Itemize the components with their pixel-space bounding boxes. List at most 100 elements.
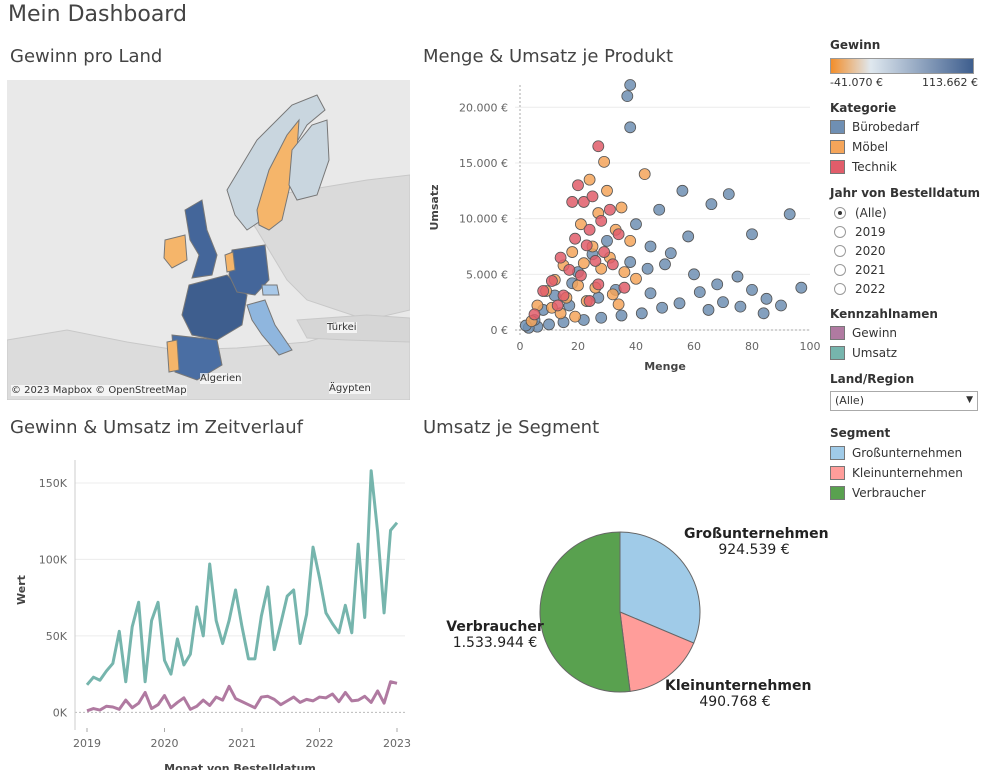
scatter-point[interactable] [586, 190, 599, 203]
scatter-point[interactable] [682, 230, 695, 243]
jahr-option[interactable]: (Alle) [830, 203, 985, 222]
scatter-point[interactable] [624, 256, 637, 268]
scatter-point[interactable] [598, 246, 611, 258]
scatter-point[interactable] [717, 296, 729, 309]
line-series-gewinn[interactable] [86, 680, 398, 713]
scatter-point[interactable] [606, 288, 619, 301]
scatter-point[interactable] [624, 235, 637, 247]
scatter-point[interactable] [705, 198, 718, 211]
scatter-point[interactable] [621, 90, 634, 103]
scatter-point[interactable] [551, 299, 564, 312]
scatter-point[interactable] [757, 307, 770, 320]
scatter-point[interactable] [644, 287, 657, 300]
scatter-point[interactable] [603, 203, 616, 216]
scatter-point[interactable] [711, 278, 724, 291]
scatter-point[interactable] [638, 168, 651, 180]
scatter-point[interactable] [760, 292, 773, 305]
scatter-point[interactable] [795, 281, 808, 294]
jahr-option[interactable]: 2022 [830, 279, 985, 298]
scatter-point[interactable] [557, 289, 570, 302]
scatter-point[interactable] [606, 258, 619, 271]
scatter-point[interactable] [615, 201, 628, 214]
scatter-point[interactable] [598, 155, 611, 168]
scatter-point[interactable] [783, 208, 796, 221]
scatter-point[interactable] [592, 278, 605, 291]
jahr-option[interactable]: 2021 [830, 260, 985, 279]
segment-item[interactable]: Kleinunternehmen [830, 463, 985, 483]
scatter-xtick: 20 [571, 340, 585, 353]
scatter-point[interactable] [545, 275, 558, 287]
scatter-point[interactable] [618, 281, 631, 294]
segment-item[interactable]: Verbraucher [830, 483, 985, 503]
line-series-umsatz[interactable] [85, 469, 399, 686]
kategorie-item[interactable]: Bürobedarf [830, 117, 985, 137]
scatter-chart[interactable]: 0 € 5.000 € 10.000 € 15.000 € 20.000 € 0 20 40 6… [420, 75, 820, 400]
kennzahl-item[interactable]: Umsatz [830, 343, 985, 363]
scatter-point[interactable] [624, 121, 637, 134]
scatter-point[interactable] [592, 140, 605, 153]
scatter-point[interactable] [583, 223, 596, 236]
scatter-point[interactable] [569, 232, 582, 245]
map-view[interactable]: Türkei Algerien Ägypten © 2023 Mapbox © … [7, 80, 410, 400]
scatter-point[interactable] [537, 285, 550, 297]
scatter-point[interactable] [731, 270, 744, 283]
scatter-point[interactable] [577, 257, 590, 270]
scatter-point[interactable] [566, 196, 579, 208]
scatter-point[interactable] [734, 300, 747, 313]
scatter-point[interactable] [673, 297, 686, 310]
pie-slice[interactable] [539, 531, 631, 693]
scatter-point[interactable] [601, 235, 613, 247]
segment-pie[interactable] [530, 522, 710, 702]
europe-map [7, 94, 410, 400]
scatter-point[interactable] [676, 184, 689, 197]
scatter-point[interactable] [574, 269, 587, 282]
scatter-point[interactable] [656, 301, 669, 314]
scatter-point[interactable] [543, 318, 555, 331]
scatter-point[interactable] [595, 311, 608, 324]
kategorie-item[interactable]: Technik [830, 157, 985, 177]
scatter-point[interactable] [775, 299, 787, 312]
scatter-point[interactable] [635, 307, 648, 320]
jahr-option[interactable]: 2019 [830, 222, 985, 241]
scatter-point[interactable] [569, 310, 582, 323]
scatter-point[interactable] [722, 188, 735, 201]
scatter-point[interactable] [688, 268, 700, 281]
scatter-point[interactable] [612, 228, 625, 241]
scatter-point[interactable] [580, 239, 593, 252]
segment-item[interactable]: Großunternehmen [830, 443, 985, 463]
scatter-point[interactable] [653, 203, 666, 216]
scatter-point[interactable] [630, 218, 642, 231]
scatter-point[interactable] [693, 286, 706, 299]
kategorie-item[interactable]: Möbel [830, 137, 985, 157]
scatter-point[interactable] [595, 214, 608, 227]
scatter-point[interactable] [566, 246, 579, 258]
jahr-option[interactable]: 2020 [830, 241, 985, 260]
land-region-dropdown[interactable]: (Alle) ▼ [830, 391, 978, 411]
scatter-point[interactable] [624, 79, 637, 91]
scatter-point[interactable] [612, 298, 625, 311]
scatter-point[interactable] [659, 258, 671, 271]
scatter-point[interactable] [641, 262, 654, 275]
scatter-xlabel: Menge [644, 360, 686, 373]
scatter-point[interactable] [615, 309, 628, 322]
kennzahl-item[interactable]: Gewinn [830, 323, 985, 343]
scatter-point[interactable] [572, 279, 584, 292]
scatter-point[interactable] [746, 228, 758, 241]
scatter-point[interactable] [630, 272, 642, 285]
scatter-point[interactable] [702, 304, 715, 316]
timeline-chart[interactable]: 0K 50K 100K 150K 2019 2020 2021 2022 2023 Monat v… [5, 445, 415, 770]
scatter-point[interactable] [563, 263, 576, 276]
kategorie-swatch [830, 140, 845, 154]
scatter-point[interactable] [528, 308, 541, 321]
scatter-point[interactable] [644, 240, 657, 253]
scatter-point[interactable] [746, 284, 758, 296]
scatter-point[interactable] [554, 251, 567, 264]
scatter-point[interactable] [589, 255, 602, 267]
scatter-point[interactable] [572, 179, 584, 192]
scatter-point[interactable] [583, 295, 596, 307]
line-xtick: 2019 [73, 737, 101, 750]
scatter-point[interactable] [618, 266, 631, 278]
scatter-point[interactable] [664, 247, 677, 260]
scatter-point[interactable] [583, 173, 596, 186]
scatter-point[interactable] [601, 184, 613, 197]
